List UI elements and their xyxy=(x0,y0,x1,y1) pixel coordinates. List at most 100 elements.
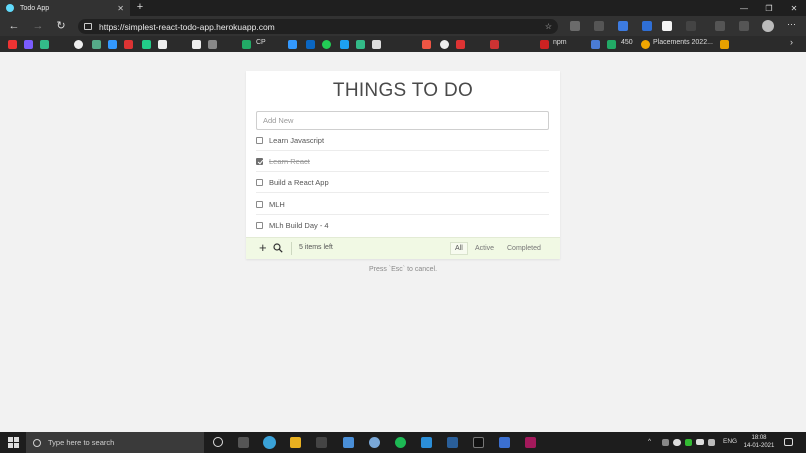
tab-close-icon[interactable]: ✕ xyxy=(117,4,124,13)
extension-blue-icon[interactable] xyxy=(642,21,652,31)
todo-item[interactable]: Learn Javascript xyxy=(256,130,549,151)
todo-checkbox[interactable] xyxy=(256,222,263,229)
facebook-bookmark-icon[interactable] xyxy=(288,40,297,49)
todo-item[interactable]: MLH xyxy=(256,194,549,215)
extension-badge-icon[interactable] xyxy=(618,21,628,31)
bookmark-icon[interactable] xyxy=(40,40,49,49)
bookmark-icon[interactable] xyxy=(490,40,499,49)
filter-active-button[interactable]: Active xyxy=(471,242,498,255)
new-tab-button[interactable]: + xyxy=(134,1,146,13)
volume-icon[interactable] xyxy=(708,439,715,446)
tray-chevron-icon[interactable]: ^ xyxy=(648,438,651,445)
bookmark-icon[interactable] xyxy=(142,40,151,49)
bookmark-icon[interactable] xyxy=(192,40,201,49)
task-view-icon[interactable] xyxy=(238,437,249,448)
steam-icon[interactable] xyxy=(447,437,458,448)
browser-tab-strip: Todo App ✕ + — ❐ ✕ xyxy=(0,0,806,16)
bookmark-icon[interactable] xyxy=(242,40,251,49)
terminal-icon[interactable] xyxy=(473,437,484,448)
bookmark-star-icon[interactable]: ☆ xyxy=(545,22,552,31)
more-bookmarks-icon[interactable]: › xyxy=(790,37,793,47)
profile-avatar[interactable] xyxy=(762,20,774,32)
edge-browser-icon[interactable] xyxy=(263,436,276,449)
vscode-icon[interactable] xyxy=(421,437,432,448)
todo-checkbox[interactable] xyxy=(256,136,263,144)
bookmark-icon[interactable] xyxy=(591,40,600,49)
add-new-input[interactable] xyxy=(256,111,549,130)
todo-label: MLH xyxy=(269,199,285,209)
extension-help-icon[interactable] xyxy=(570,21,580,31)
app-icon[interactable] xyxy=(499,437,510,448)
twitter-bookmark-icon[interactable] xyxy=(340,40,349,49)
bookmark-icon[interactable] xyxy=(720,40,729,49)
placements-bookmark[interactable]: Placements 2022... xyxy=(653,39,713,46)
extension-check-icon[interactable] xyxy=(662,21,672,31)
todo-checkbox[interactable] xyxy=(256,200,263,208)
favorites-icon[interactable] xyxy=(715,21,725,31)
file-explorer-icon[interactable] xyxy=(290,437,301,448)
todo-card: THINGS TO DO Learn Javascript Learn Reac… xyxy=(246,71,560,259)
battery-icon[interactable] xyxy=(696,439,704,445)
bookmark-icon[interactable] xyxy=(208,40,217,49)
bookmark-icon[interactable] xyxy=(356,40,365,49)
todo-item[interactable]: Learn React xyxy=(256,151,549,172)
bookmark-450[interactable]: 450 xyxy=(621,39,633,46)
app-icon[interactable] xyxy=(369,437,380,448)
add-icon[interactable]: + xyxy=(259,241,267,255)
app-icon[interactable] xyxy=(525,437,536,448)
extension-move-icon[interactable] xyxy=(594,21,604,31)
todo-label: MLh Build Day - 4 xyxy=(269,221,329,230)
placements-bookmark-icon[interactable] xyxy=(641,40,650,49)
github-bookmark-icon[interactable] xyxy=(74,40,83,49)
language-indicator[interactable]: ENG xyxy=(723,438,737,445)
restore-button[interactable]: ❐ xyxy=(757,0,781,16)
start-button[interactable] xyxy=(8,437,19,448)
menu-dots-icon[interactable]: ⋯ xyxy=(787,19,797,29)
search-icon[interactable] xyxy=(273,243,283,253)
search-icon xyxy=(33,438,41,447)
bookmark-icon[interactable] xyxy=(92,40,101,49)
system-clock[interactable]: 18:08 14-01-2021 xyxy=(742,434,776,450)
bookmark-icon[interactable] xyxy=(124,40,133,49)
filter-completed-button[interactable]: Completed xyxy=(503,242,545,255)
todo-checkbox[interactable] xyxy=(256,178,263,186)
todo-checkbox[interactable] xyxy=(256,157,263,165)
bookmark-icon[interactable] xyxy=(24,40,33,49)
cortana-icon[interactable] xyxy=(213,437,223,447)
onedrive-icon[interactable] xyxy=(673,439,681,446)
taskbar-search-box[interactable]: Type here to search xyxy=(26,432,204,453)
bookmark-icon[interactable] xyxy=(540,40,549,49)
minimize-button[interactable]: — xyxy=(732,0,756,16)
footer-divider xyxy=(291,242,292,255)
tray-icon[interactable] xyxy=(685,439,692,446)
npm-bookmark[interactable]: npm xyxy=(553,39,567,46)
browser-tab[interactable]: Todo App ✕ xyxy=(0,0,130,16)
extension-cloud-icon[interactable] xyxy=(686,21,696,31)
todo-item[interactable]: MLh Build Day - 4 xyxy=(256,215,549,236)
app-icon[interactable] xyxy=(343,437,354,448)
bookmark-icon[interactable] xyxy=(372,40,381,49)
back-button[interactable]: ← xyxy=(7,19,21,33)
items-left-count: 5 items left xyxy=(299,244,333,251)
collections-icon[interactable] xyxy=(739,21,749,31)
url-bar[interactable]: https://simplest-react-todo-app.herokuap… xyxy=(78,19,558,34)
bookmark-icon[interactable] xyxy=(607,40,616,49)
filter-all-button[interactable]: All xyxy=(450,242,468,255)
bookmark-icon[interactable] xyxy=(456,40,465,49)
tray-icon[interactable] xyxy=(662,439,669,446)
todo-item[interactable]: Build a React App xyxy=(256,172,549,193)
window-close-button[interactable]: ✕ xyxy=(782,0,806,16)
reload-button[interactable]: ↻ xyxy=(54,19,68,33)
app-icon[interactable] xyxy=(316,437,327,448)
forward-button[interactable]: → xyxy=(31,19,45,33)
cp-bookmark[interactable]: CP xyxy=(256,39,266,46)
spotify-icon[interactable] xyxy=(395,437,406,448)
linkedin-bookmark-icon[interactable] xyxy=(306,40,315,49)
bookmark-icon[interactable] xyxy=(422,40,431,49)
bookmark-icon[interactable] xyxy=(108,40,117,49)
youtube-bookmark-icon[interactable] xyxy=(8,40,17,49)
bookmark-icon[interactable] xyxy=(440,40,449,49)
whatsapp-bookmark-icon[interactable] xyxy=(322,40,331,49)
notifications-icon[interactable] xyxy=(784,438,793,446)
dev-bookmark-icon[interactable] xyxy=(158,40,167,49)
